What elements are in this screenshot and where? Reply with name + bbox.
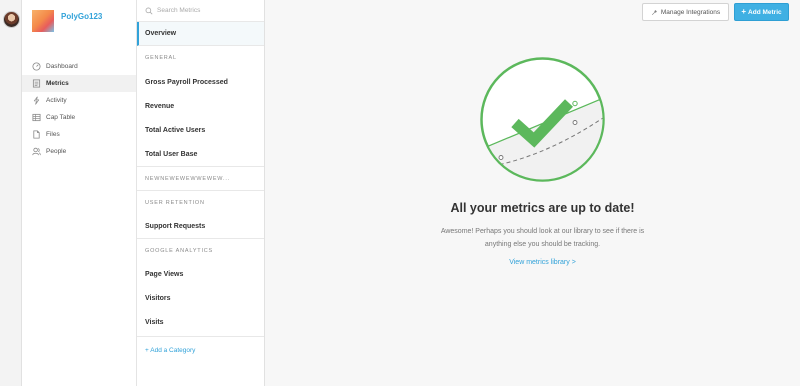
sidebar-nav: Dashboard Metrics Activity Cap Table Fil…: [22, 58, 136, 160]
metric-total-active-users[interactable]: Total Active Users: [137, 118, 264, 142]
company-name[interactable]: PolyGo123: [61, 12, 102, 21]
add-category-link[interactable]: + Add a Category: [137, 336, 264, 364]
empty-state-description: Awesome! Perhaps you should look at our …: [440, 228, 645, 248]
sidebar-item-files[interactable]: Files: [22, 126, 136, 143]
metric-revenue[interactable]: Revenue: [137, 94, 264, 118]
add-metric-label: Add Metric: [748, 8, 782, 16]
metric-page-views[interactable]: Page Views: [137, 262, 264, 286]
activity-icon: [32, 96, 41, 105]
wrench-icon: [651, 9, 657, 15]
category-user-retention: User Retention: [137, 190, 264, 214]
metrics-icon: [32, 79, 41, 88]
metric-gross-payroll[interactable]: Gross Payroll Processed: [137, 70, 264, 94]
sidebar-item-cap-table[interactable]: Cap Table: [22, 109, 136, 126]
metric-total-user-base[interactable]: Total User Base: [137, 142, 264, 166]
sidebar-item-label: Files: [46, 131, 60, 138]
sidebar: PolyGo123 Dashboard Metrics Activity Cap…: [22, 0, 137, 386]
category-newnew: NEWNEWEWEWWEWEW...: [137, 166, 264, 190]
metric-support-requests[interactable]: Support Requests: [137, 214, 264, 238]
metrics-up-to-date-illustration: [480, 57, 605, 182]
view-metrics-library-link[interactable]: View metrics library >: [470, 259, 615, 266]
files-icon: [32, 130, 41, 139]
metric-visits[interactable]: Visits: [137, 310, 264, 334]
dashboard-icon: [32, 62, 41, 71]
add-metric-button[interactable]: + Add Metric: [734, 3, 789, 21]
people-icon: [32, 147, 41, 156]
sidebar-item-dashboard[interactable]: Dashboard: [22, 58, 136, 75]
sidebar-item-label: Cap Table: [46, 114, 76, 121]
metric-overview[interactable]: Overview: [137, 22, 264, 46]
app-rail: [0, 0, 22, 386]
sidebar-item-activity[interactable]: Activity: [22, 92, 136, 109]
empty-state-title: All your metrics are up to date!: [450, 201, 635, 215]
sidebar-item-label: Activity: [46, 97, 67, 104]
sidebar-item-metrics[interactable]: Metrics: [22, 75, 136, 92]
sidebar-item-label: Metrics: [46, 80, 69, 87]
metrics-search: [137, 0, 264, 22]
category-google-analytics: Google Analytics: [137, 238, 264, 262]
plus-icon: +: [741, 7, 747, 16]
search-input[interactable]: [157, 7, 257, 14]
manage-integrations-label: Manage Integrations: [660, 8, 721, 16]
user-avatar[interactable]: [3, 11, 20, 28]
manage-integrations-button[interactable]: Manage Integrations: [642, 3, 729, 21]
search-icon: [145, 7, 153, 14]
category-general: General: [145, 55, 177, 61]
cap-table-icon: [32, 113, 41, 122]
sidebar-item-people[interactable]: People: [22, 143, 136, 160]
company-logo[interactable]: [32, 10, 54, 32]
metric-visitors[interactable]: Visitors: [137, 286, 264, 310]
sidebar-item-label: People: [46, 148, 67, 155]
metrics-panel: Overview General Gross Payroll Processed…: [137, 0, 265, 386]
sidebar-item-label: Dashboard: [46, 63, 78, 70]
